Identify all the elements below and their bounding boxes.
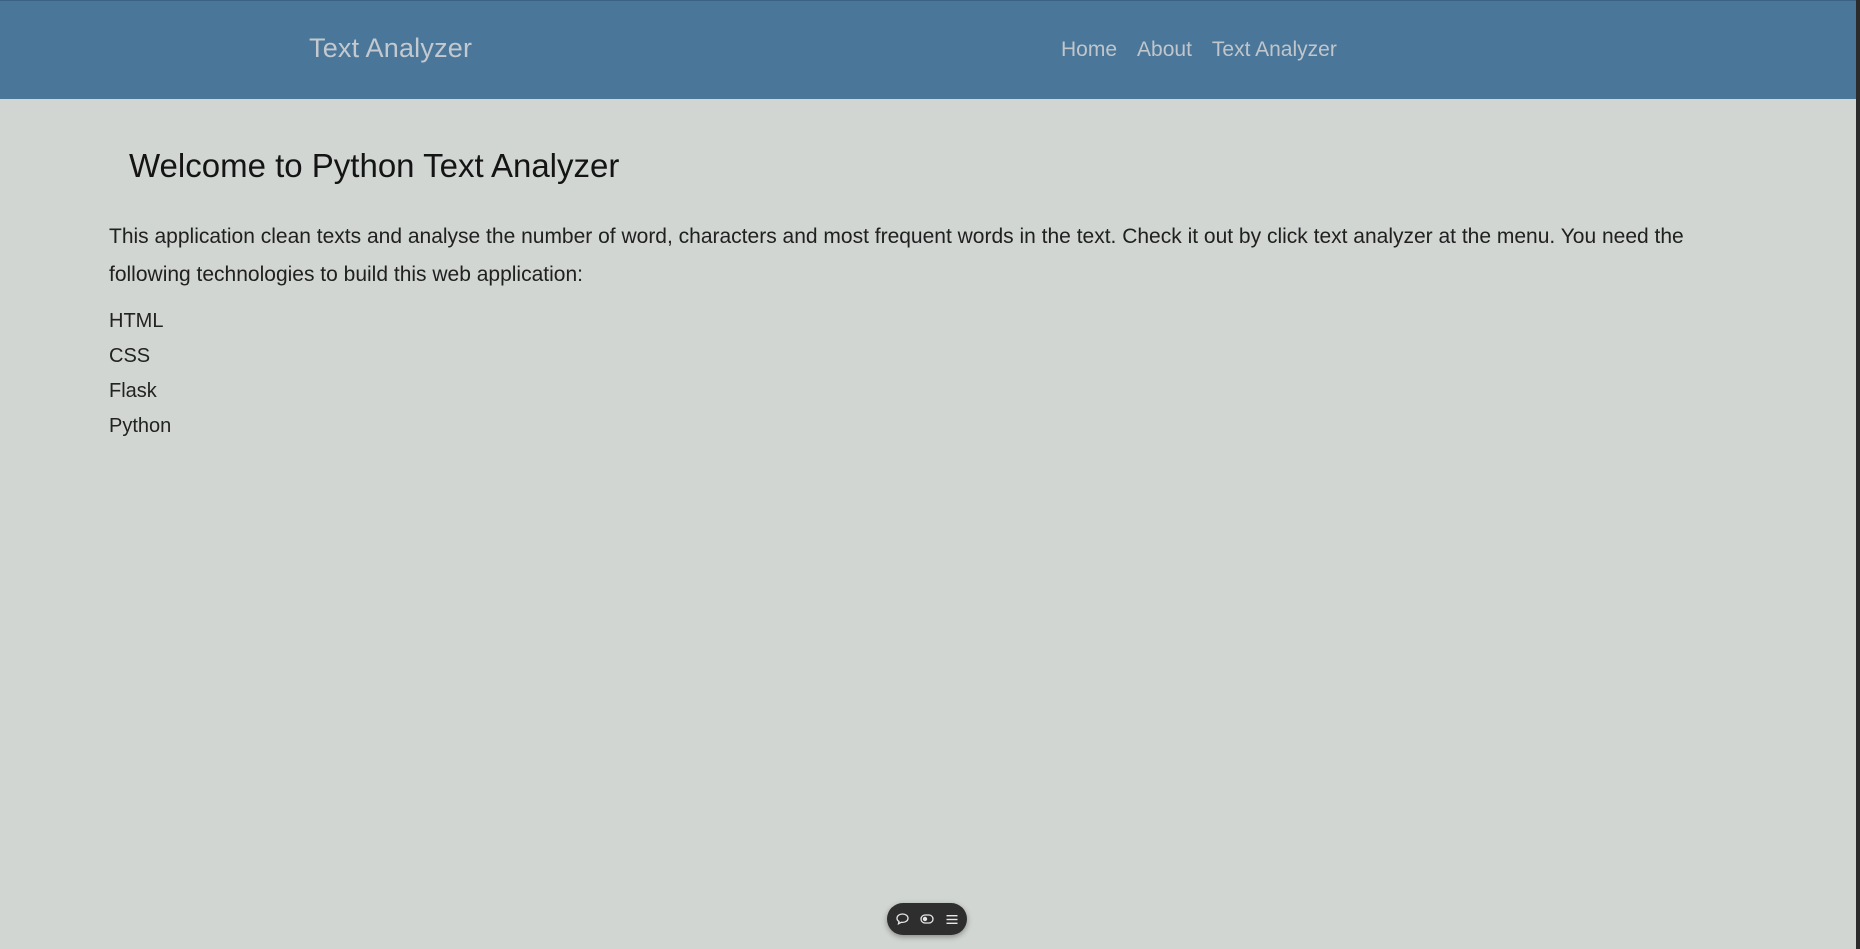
technology-item: CSS xyxy=(109,345,151,367)
page: Text Analyzer Home About Text Analyzer W… xyxy=(0,0,1856,949)
toggle-icon[interactable] xyxy=(919,911,936,928)
technology-list: HTML CSS Flask Python xyxy=(109,304,171,444)
nav-item-about: About xyxy=(1137,38,1192,62)
navbar: Text Analyzer Home About Text Analyzer xyxy=(0,0,1856,99)
page-title: Welcome to Python Text Analyzer xyxy=(129,147,620,184)
technology-item: Python xyxy=(109,415,172,437)
brand-link[interactable]: Text Analyzer xyxy=(309,33,472,64)
window-edge xyxy=(1856,0,1860,949)
intro-paragraph: This application clean texts and analyse… xyxy=(109,225,1684,286)
technology-item: HTML xyxy=(109,310,164,332)
floating-toolbar xyxy=(887,903,967,935)
comment-icon[interactable] xyxy=(894,911,911,928)
nav-link-text-analyzer[interactable]: Text Analyzer xyxy=(1212,38,1337,61)
nav-link-about[interactable]: About xyxy=(1137,38,1192,61)
nav-link-home[interactable]: Home xyxy=(1061,38,1117,61)
technology-item: Flask xyxy=(109,380,157,402)
nav-menu: Home About Text Analyzer xyxy=(1061,38,1337,62)
nav-item-home: Home xyxy=(1061,38,1117,62)
menu-icon[interactable] xyxy=(944,911,961,928)
nav-item-text-analyzer: Text Analyzer xyxy=(1212,38,1337,62)
